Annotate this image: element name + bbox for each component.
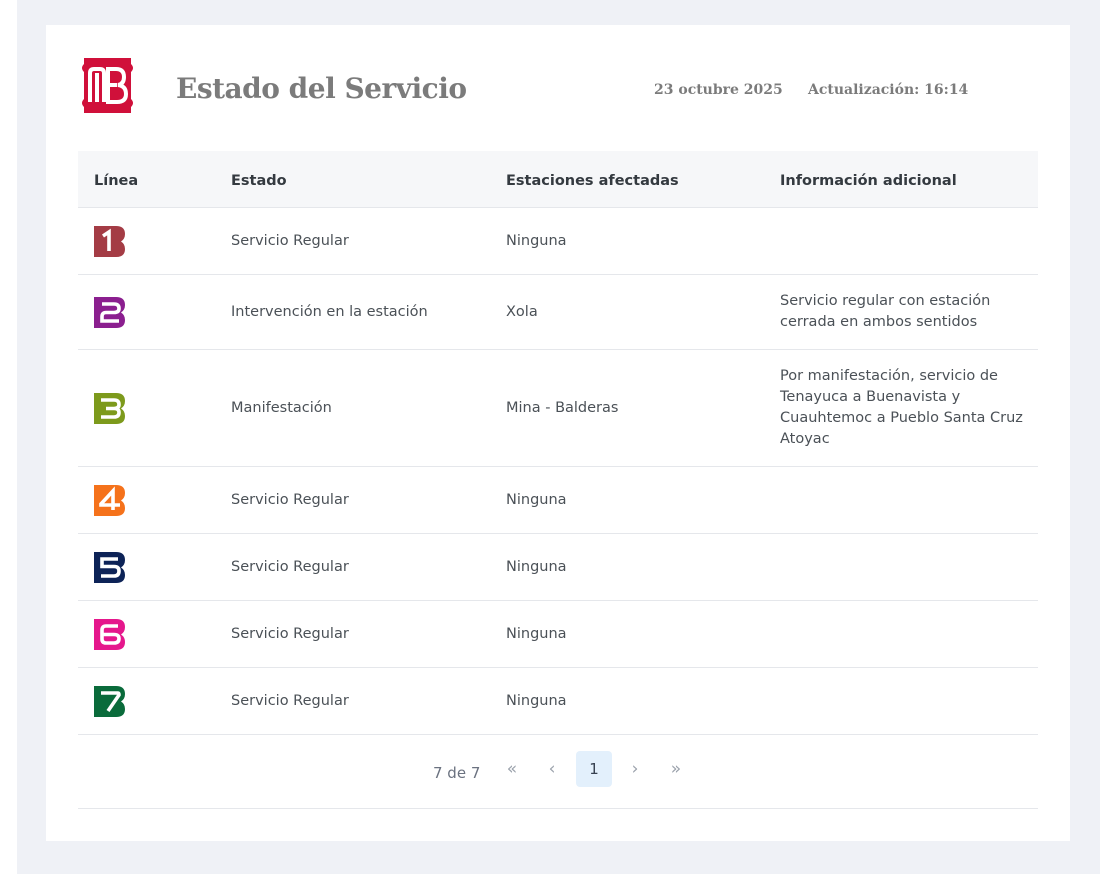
column-header-stations[interactable]: Estaciones afectadas [506, 151, 679, 207]
line-5-icon [94, 551, 125, 583]
info-cell [780, 668, 1025, 734]
line-4-icon [94, 484, 125, 516]
line-3-icon [94, 392, 125, 424]
table-row: Intervención en la estación Xola Servici… [78, 275, 1038, 350]
line-cell [94, 208, 125, 274]
line-cell [94, 350, 125, 466]
status-cell: Manifestación [231, 400, 332, 416]
line-2-icon [94, 296, 125, 328]
table-row: Servicio Regular Ninguna [78, 668, 1038, 735]
info-cell [780, 467, 1025, 533]
status-cell: Servicio Regular [231, 693, 349, 709]
first-page-button[interactable]: « [494, 751, 530, 787]
info-cell [780, 601, 1025, 667]
stations-cell: Ninguna [506, 626, 567, 642]
line-cell [94, 668, 125, 734]
prev-page-button[interactable]: ‹ [534, 751, 570, 787]
table-row: Servicio Regular Ninguna [78, 467, 1038, 534]
last-page-button[interactable]: » [658, 751, 694, 787]
next-page-button[interactable]: › [617, 751, 653, 787]
stations-cell: Ninguna [506, 233, 567, 249]
table-row: Servicio Regular Ninguna [78, 534, 1038, 601]
table-row: Manifestación Mina - Balderas Por manife… [78, 350, 1038, 467]
service-status-table: Línea Estado Estaciones afectadas Inform… [78, 151, 1038, 809]
column-header-line[interactable]: Línea [94, 151, 138, 207]
info-cell [780, 208, 1025, 274]
updated-time-label: Actualización: 16:14 [808, 82, 969, 98]
info-cell [780, 534, 1025, 600]
status-cell: Servicio Regular [231, 626, 349, 642]
line-cell [94, 534, 125, 600]
page-title: Estado del Servicio [176, 72, 467, 105]
info-cell: Por manifestación, servicio de Tenayuca … [780, 368, 1023, 447]
stations-cell: Mina - Balderas [506, 400, 619, 416]
line-cell [94, 275, 125, 349]
status-cell: Intervención en la estación [231, 304, 428, 320]
stations-cell: Xola [506, 304, 538, 320]
stations-cell: Ninguna [506, 559, 567, 575]
date-label: 23 octubre 2025 [654, 82, 783, 98]
line-7-icon [94, 685, 125, 717]
line-1-icon [94, 225, 125, 257]
pagination: 7 de 7 « ‹ 1 › » [78, 735, 1038, 809]
info-cell: Servicio regular con estación cerrada en… [780, 293, 991, 330]
stations-cell: Ninguna [506, 693, 567, 709]
pagination-summary: 7 de 7 [433, 764, 481, 782]
stations-cell: Ninguna [506, 492, 567, 508]
metro-logo-icon [82, 58, 133, 113]
line-cell [94, 467, 125, 533]
page-1-button[interactable]: 1 [576, 751, 612, 787]
status-cell: Servicio Regular [231, 559, 349, 575]
column-header-info[interactable]: Información adicional [780, 151, 957, 207]
column-header-status[interactable]: Estado [231, 151, 287, 207]
status-cell: Servicio Regular [231, 233, 349, 249]
table-row: Servicio Regular Ninguna [78, 208, 1038, 275]
table-row: Servicio Regular Ninguna [78, 601, 1038, 668]
line-cell [94, 601, 125, 667]
table-header: Línea Estado Estaciones afectadas Inform… [78, 151, 1038, 208]
line-6-icon [94, 618, 125, 650]
status-cell: Servicio Regular [231, 492, 349, 508]
